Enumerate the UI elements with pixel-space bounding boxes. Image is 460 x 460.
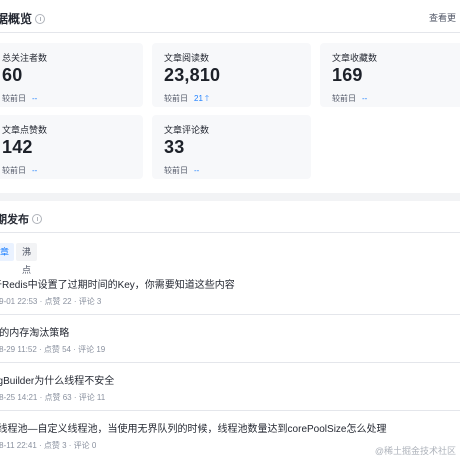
overview-title: 据概览 xyxy=(0,10,46,27)
stat-label: 文章收藏数 xyxy=(332,53,378,63)
recent-header: 期发布 xyxy=(0,201,460,233)
stat-value: 60 xyxy=(2,65,23,85)
tab-articles[interactable]: 章 xyxy=(0,243,14,261)
article-title[interactable]: is的内存淘汰策略 xyxy=(0,324,69,339)
stat-label: 总关注者数 xyxy=(2,53,48,63)
stat-delta: -- xyxy=(32,94,38,103)
article-meta: -08-11 22:41 · 点赞 3 · 评论 0 xyxy=(0,441,97,450)
stat-card-article-reads[interactable]: 文章阅读数 23,810 较前日 21 🡑 xyxy=(152,43,311,107)
stat-compare: 较前日 -- xyxy=(2,94,38,103)
data-overview-card: 据概览 查看更 总关注者数 60 较前日 -- 文章阅读数 23,810 较前日 2… xyxy=(0,0,460,193)
stat-label: 文章阅读数 xyxy=(164,53,210,63)
stat-compare: 较前日 -- xyxy=(332,94,368,103)
recent-publish-card: 期发布 章 沸点 于Redis中设置了过期时间的Key，你需要知道这些内容 -0… xyxy=(0,201,460,460)
article-meta: -09-01 22:53 · 点赞 22 · 评论 3 xyxy=(0,297,102,306)
recent-title: 期发布 xyxy=(0,211,42,227)
creator-dashboard: 据概览 查看更 总关注者数 60 较前日 -- 文章阅读数 23,810 较前日 2… xyxy=(0,0,460,460)
stat-delta: -- xyxy=(362,94,368,103)
article-item[interactable]: ngBuilder为什么线程不安全 -08-25 14:21 · 点赞 63 ·… xyxy=(0,363,460,411)
article-item[interactable]: 于Redis中设置了过期时间的Key，你需要知道这些内容 -09-01 22:5… xyxy=(0,267,460,315)
article-meta: -08-29 11:52 · 点赞 54 · 评论 19 xyxy=(0,345,106,354)
article-meta: -08-25 14:21 · 点赞 63 · 评论 11 xyxy=(0,393,106,402)
article-title[interactable]: 于Redis中设置了过期时间的Key，你需要知道这些内容 xyxy=(0,276,235,291)
stat-label: 文章点赞数 xyxy=(2,125,48,135)
stat-value: 23,810 xyxy=(164,65,221,85)
info-icon[interactable] xyxy=(35,14,46,24)
stat-card-article-favorites[interactable]: 文章收藏数 169 较前日 -- xyxy=(320,43,460,107)
stat-value: 142 xyxy=(2,137,33,157)
stat-delta: 21 xyxy=(194,94,203,103)
stat-delta: -- xyxy=(32,166,38,175)
stat-compare: 较前日 21 🡑 xyxy=(164,93,209,107)
view-more-link[interactable]: 查看更 xyxy=(429,11,456,24)
tab-pins[interactable]: 沸点 xyxy=(16,243,38,275)
article-title[interactable]: ngBuilder为什么线程不安全 xyxy=(0,372,114,387)
stat-compare: 较前日 -- xyxy=(164,166,200,175)
stat-card-followers[interactable]: 总关注者数 60 较前日 -- xyxy=(0,43,143,107)
stat-value: 169 xyxy=(332,65,363,85)
info-icon[interactable] xyxy=(32,214,42,224)
overview-header: 据概览 查看更 xyxy=(0,0,460,33)
article-title[interactable]: a线程池—自定义线程池，当使用无界队列的时候，线程池数量达到corePoolSi… xyxy=(0,420,386,435)
stat-compare: 较前日 -- xyxy=(2,166,38,175)
article-item[interactable]: is的内存淘汰策略 -08-29 11:52 · 点赞 54 · 评论 19 xyxy=(0,315,460,363)
stat-card-article-comments[interactable]: 文章评论数 33 较前日 -- xyxy=(152,115,311,179)
stat-value: 33 xyxy=(164,137,185,157)
watermark: @稀土掘金技术社区 xyxy=(374,446,456,456)
trend-up-icon: 🡑 xyxy=(204,94,210,103)
stat-card-article-likes[interactable]: 文章点赞数 142 较前日 -- xyxy=(0,115,143,179)
stat-label: 文章评论数 xyxy=(164,125,210,135)
stat-delta: -- xyxy=(194,166,200,175)
